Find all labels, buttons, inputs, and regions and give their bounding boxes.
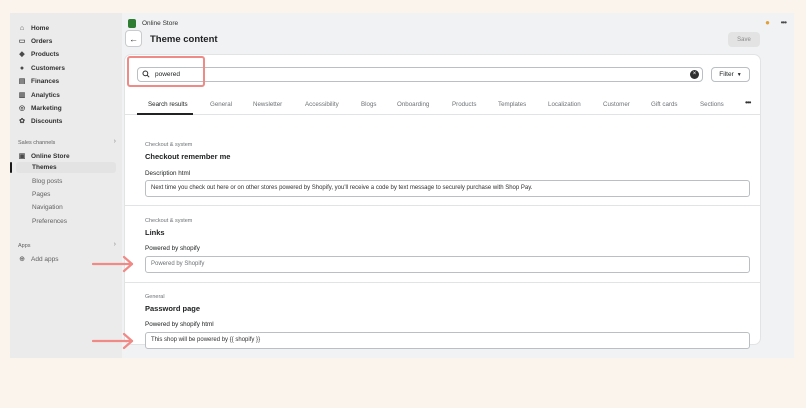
section-title: Password page [145,304,201,313]
tab-general[interactable]: General [210,101,232,108]
tab-localization[interactable]: Localization [548,101,581,108]
tab-accessibility[interactable]: Accessibility [305,101,339,108]
page-title: Theme content [150,34,218,45]
sidebar-item-analytics[interactable]: ▥ Analytics [18,89,60,101]
filter-label: Filter [719,71,734,78]
active-item-indicator [10,162,12,173]
section-category: Checkout & system [145,218,193,224]
sidebar-item-label: Analytics [31,91,60,99]
sidebar: ⌂ Home ▭ Orders ◆ Products ● Customers ▤… [10,13,122,358]
clear-search-icon[interactable]: × [690,70,699,79]
sidebar-item-products[interactable]: ◆ Products [18,48,59,60]
sidebar-item-label: Home [31,24,50,32]
tab-sections[interactable]: Sections [700,101,724,108]
search-highlight-box [127,56,205,87]
tag-icon: ◆ [19,51,25,58]
apps-heading: Apps [18,243,31,249]
sidebar-item-orders[interactable]: ▭ Orders [18,35,53,47]
sidebar-item-online-store[interactable]: ▣ Online Store [18,150,70,162]
sidebar-item-label: Customers [31,64,65,72]
sidebar-subitem-navigation[interactable]: Navigation [32,204,63,211]
more-options-icon[interactable]: ••• [781,18,787,27]
sidebar-item-label: Products [31,50,60,58]
powered-by-shopify-html-field[interactable]: This shop will be powered by {{ shopify … [145,332,750,349]
active-tab-underline [137,113,193,115]
chevron-right-icon[interactable]: › [114,241,116,248]
sidebar-item-finances[interactable]: ▤ Finances [18,75,60,87]
inbox-icon: ▭ [18,38,26,45]
more-tabs-icon[interactable]: ••• [745,98,751,107]
tab-templates[interactable]: Templates [498,101,526,108]
sidebar-subitem-preferences[interactable]: Preferences [32,218,67,225]
field-label: Description html [145,170,191,177]
sidebar-subitem-pages[interactable]: Pages [32,191,50,198]
tab-customer[interactable]: Customer [603,101,630,108]
annotation-arrow-icon [92,255,134,273]
topbar-title: Online Store [142,20,179,27]
section-divider [125,282,760,283]
field-label: Powered by shopify [145,245,200,252]
plus-circle-icon: ⊕ [19,256,25,263]
target-icon: ◎ [18,105,26,112]
person-icon: ● [19,64,25,72]
filter-button[interactable]: Filter ▼ [711,67,750,82]
online-store-logo-icon [128,19,136,28]
sidebar-item-label: Add apps [31,255,59,263]
caret-down-icon: ▼ [736,71,742,78]
tab-search-results[interactable]: Search results [148,101,188,108]
section-category: General [145,294,165,300]
field-label: Powered by shopify html [145,321,214,328]
sidebar-item-label: Finances [31,77,60,85]
sales-channels-heading: Sales channels [18,140,56,146]
sidebar-item-home[interactable]: ⌂ Home [18,22,49,34]
active-item-background [16,162,116,173]
top-bar: Online Store ● ••• [122,13,794,35]
annotation-arrow-icon [92,332,134,350]
tab-products[interactable]: Products [452,101,476,108]
arrow-left-icon: ← [129,33,138,44]
sidebar-item-discounts[interactable]: ✿ Discounts [18,115,62,127]
tab-gift-cards[interactable]: Gift cards [651,101,677,108]
pin-icon[interactable]: ● [765,18,770,27]
powered-by-shopify-field[interactable]: Powered by Shopify [145,256,750,273]
sidebar-item-label: Marketing [31,104,62,112]
section-title: Checkout remember me [145,152,231,161]
save-button[interactable]: Save [728,32,760,47]
sidebar-item-label: Online Store [31,152,70,160]
tab-onboarding[interactable]: Onboarding [397,101,429,108]
sidebar-item-label: Discounts [31,117,63,125]
section-divider [125,205,760,206]
description-html-field[interactable]: Next time you check out here or on other… [145,180,750,197]
bank-icon: ▤ [18,78,26,85]
sidebar-item-marketing[interactable]: ◎ Marketing [18,102,62,114]
section-title: Links [145,228,165,237]
chart-icon: ▥ [18,92,26,99]
tab-bar: Search results General Newsletter Access… [125,97,760,115]
sidebar-item-customers[interactable]: ● Customers [18,62,65,74]
discount-icon: ✿ [19,118,25,125]
store-icon: ▣ [18,153,26,160]
chevron-right-icon[interactable]: › [114,138,116,145]
tab-newsletter[interactable]: Newsletter [253,101,282,108]
section-category: Checkout & system [145,142,193,148]
sidebar-subitem-themes[interactable]: Themes [32,164,57,171]
sidebar-item-label: Orders [31,37,53,45]
home-icon: ⌂ [19,24,25,32]
sidebar-subitem-blog-posts[interactable]: Blog posts [32,178,62,185]
sidebar-item-add-apps[interactable]: ⊕ Add apps [18,253,58,265]
search-input[interactable]: powered × [137,67,703,82]
back-button[interactable]: ← [125,30,142,47]
tab-blogs[interactable]: Blogs [361,101,376,108]
